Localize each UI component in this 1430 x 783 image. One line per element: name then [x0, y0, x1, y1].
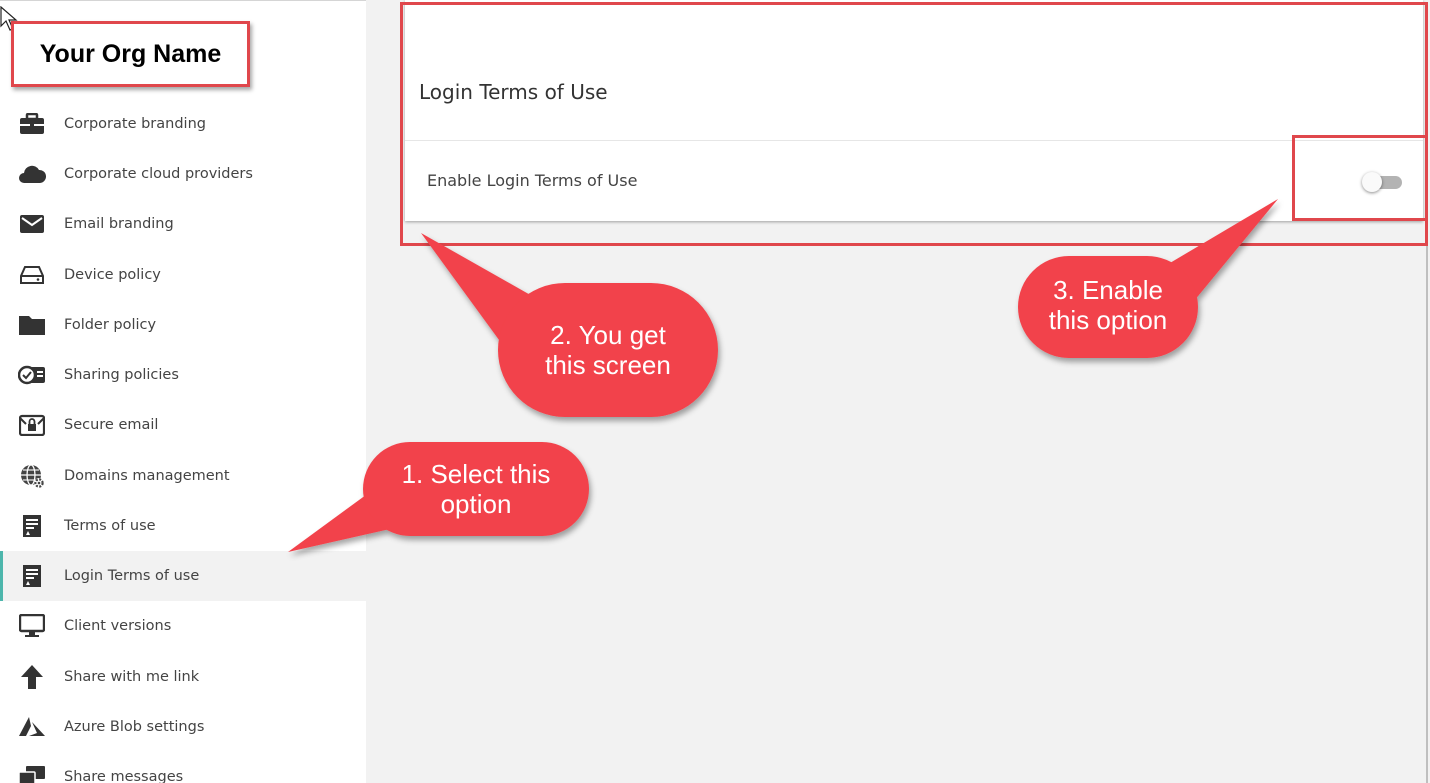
sidebar-item-label: Folder policy: [64, 317, 157, 333]
sidebar-item-label: Corporate branding: [64, 116, 206, 132]
callout-step-3-line2: this option: [1048, 305, 1168, 335]
callout-step-2-line2: this screen: [545, 350, 671, 380]
sidebar-item-label: Login Terms of use: [64, 568, 200, 584]
sidebar-item-label: Email branding: [64, 216, 174, 232]
callout-step-2: [421, 233, 718, 417]
hard-drive-icon: [17, 260, 47, 290]
top-border: [0, 0, 366, 4]
lock-mail-icon: [17, 410, 47, 440]
screen-highlight-box: [400, 2, 1428, 246]
sidebar-item-label: Share with me link: [64, 669, 200, 685]
document-icon: [17, 511, 47, 541]
sidebar-item-label: Domains management: [64, 468, 230, 484]
sidebar-item-label: Sharing policies: [64, 367, 179, 383]
sidebar-item-azure-blob-settings[interactable]: Azure Blob settings: [0, 702, 366, 752]
sidebar-item-share-with-me-link[interactable]: Share with me link: [0, 652, 366, 702]
document-icon: [17, 561, 47, 591]
sidebar-item-label: Terms of use: [64, 518, 156, 534]
sidebar-item-label: Corporate cloud providers: [64, 166, 253, 182]
sidebar-item-client-versions[interactable]: Client versions: [0, 601, 366, 651]
sidebar-item-sharing-policies[interactable]: Sharing policies: [0, 350, 366, 400]
cloud-icon: [17, 159, 47, 189]
callout-step-3-line1: 3. Enable: [1053, 275, 1163, 305]
monitor-icon: [17, 611, 47, 641]
sidebar-item-label: Client versions: [64, 618, 172, 634]
settings-sidebar: Your Org Name Corporate branding Corpora…: [0, 0, 366, 783]
sidebar-item-corporate-cloud-providers[interactable]: Corporate cloud providers: [0, 149, 366, 199]
share-card-icon: [17, 360, 47, 390]
window-edge: [1426, 246, 1428, 783]
sidebar-item-label: Device policy: [64, 267, 161, 283]
callout-step-1-text: 1. Select this option: [363, 459, 589, 519]
sidebar-item-secure-email[interactable]: Secure email: [0, 400, 366, 450]
globe-gear-icon: [17, 461, 47, 491]
callout-step-1-line1: 1. Select this: [401, 459, 551, 489]
toggle-highlight-box: [1292, 135, 1428, 221]
org-name-label: Your Org Name: [11, 21, 250, 87]
callout-step-2-text: 2. You get this screen: [498, 320, 718, 380]
arrow-up-icon: [17, 662, 47, 692]
azure-icon: [17, 712, 47, 742]
sidebar-item-domains-management[interactable]: Domains management: [0, 451, 366, 501]
sidebar-item-terms-of-use[interactable]: Terms of use: [0, 501, 366, 551]
sidebar-item-login-terms-of-use[interactable]: Login Terms of use: [0, 551, 366, 601]
sidebar-item-label: Share messages: [64, 769, 184, 783]
sidebar-item-label: Azure Blob settings: [64, 719, 205, 735]
sidebar-item-email-branding[interactable]: Email branding: [0, 199, 366, 249]
sidebar-item-folder-policy[interactable]: Folder policy: [0, 300, 366, 350]
briefcase-icon: [17, 109, 47, 139]
folder-icon: [17, 310, 47, 340]
callout-step-3-text: 3. Enable this option: [1018, 275, 1198, 335]
sidebar-item-corporate-branding[interactable]: Corporate branding: [0, 99, 366, 149]
sidebar-item-device-policy[interactable]: Device policy: [0, 250, 366, 300]
messages-icon: [17, 762, 47, 783]
sidebar-item-share-messages[interactable]: Share messages: [0, 752, 366, 783]
callout-step-2-line1: 2. You get: [550, 320, 666, 350]
envelope-icon: [17, 209, 47, 239]
callout-step-1-line2: option: [440, 489, 512, 519]
sidebar-item-label: Secure email: [64, 417, 159, 433]
